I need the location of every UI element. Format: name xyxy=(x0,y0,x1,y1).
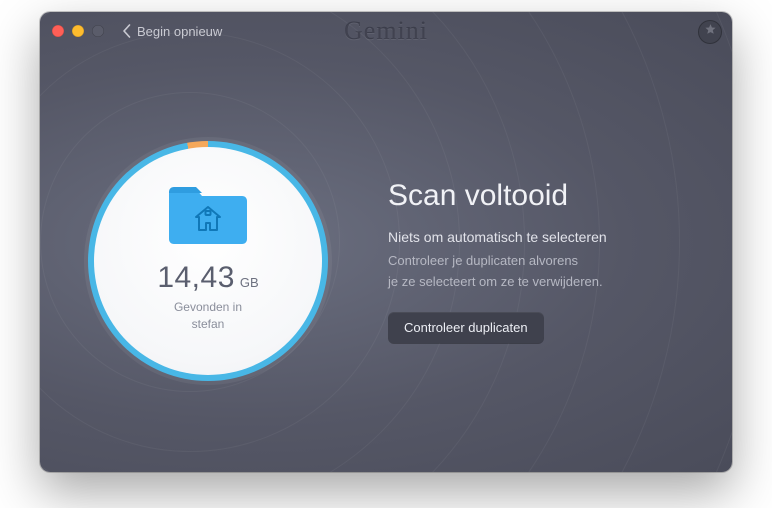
size-unit: GB xyxy=(240,275,259,290)
back-button[interactable]: Begin opnieuw xyxy=(122,24,222,39)
star-icon xyxy=(704,23,717,41)
window-controls xyxy=(52,25,104,37)
result-panel: Scan voltooid Niets om automatisch te se… xyxy=(388,179,607,342)
size-value: 14,43 xyxy=(157,261,235,295)
found-in-label: Gevonden in stefan xyxy=(174,299,242,333)
result-circle: 14,43 GB Gevonden in stefan xyxy=(88,141,328,381)
progress-ring: 14,43 GB Gevonden in stefan xyxy=(88,141,328,381)
result-body: Controleer je duplicaten alvorens je ze … xyxy=(388,251,607,291)
app-window: Begin opnieuw Gemini xyxy=(40,12,732,472)
zoom-window-button[interactable] xyxy=(92,25,104,37)
app-title: Gemini xyxy=(344,16,428,46)
content-area: 14,43 GB Gevonden in stefan Scan voltooi… xyxy=(40,50,732,472)
minimize-window-button[interactable] xyxy=(72,25,84,37)
review-duplicates-button[interactable]: Controleer duplicaten xyxy=(388,312,544,343)
chevron-left-icon xyxy=(122,24,131,38)
result-circle-inner: 14,43 GB Gevonden in stefan xyxy=(94,147,322,375)
home-folder-icon xyxy=(165,180,251,251)
back-label: Begin opnieuw xyxy=(137,24,222,39)
favorite-button[interactable] xyxy=(698,20,722,44)
result-heading: Scan voltooid xyxy=(388,179,607,213)
result-subheading: Niets om automatisch te selecteren xyxy=(388,229,607,245)
size-readout: 14,43 GB xyxy=(157,261,258,295)
titlebar: Begin opnieuw Gemini xyxy=(40,12,732,50)
close-window-button[interactable] xyxy=(52,25,64,37)
